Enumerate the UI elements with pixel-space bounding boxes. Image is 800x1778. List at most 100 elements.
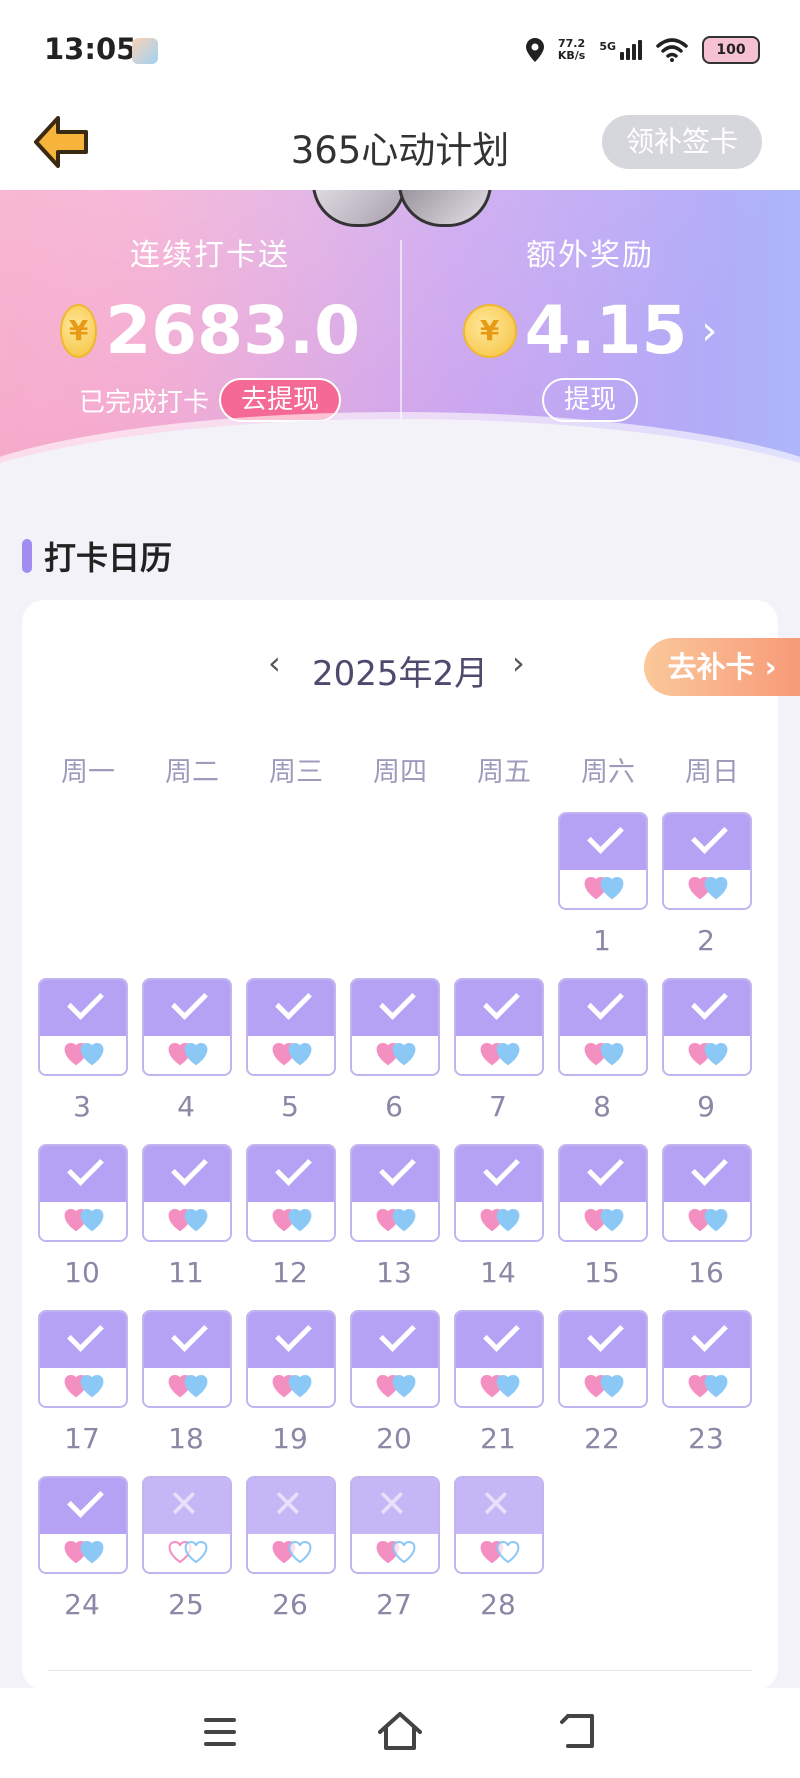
hearts-icon bbox=[480, 1208, 520, 1232]
weekday-label: 周五 bbox=[477, 757, 531, 788]
weekday-label: 周四 bbox=[373, 757, 427, 788]
calendar-day[interactable]: ✕ 28 bbox=[454, 1476, 544, 1642]
day-number: 3 bbox=[73, 1090, 91, 1123]
day-number: 25 bbox=[168, 1588, 204, 1621]
wifi-icon bbox=[656, 38, 688, 62]
calendar-day[interactable]: 21 bbox=[454, 1310, 544, 1476]
signal-icon: 5G bbox=[599, 40, 642, 60]
checkmark-icon bbox=[691, 1315, 728, 1352]
cross-icon: ✕ bbox=[168, 1482, 200, 1526]
weekday-label: 周一 bbox=[61, 757, 115, 788]
withdraw-button[interactable]: 提现 bbox=[541, 378, 638, 422]
day-tile bbox=[558, 978, 648, 1076]
hearts-icon bbox=[168, 1374, 208, 1398]
extra-reward[interactable]: 额外奖励 ¥ 4.15 › 提现 bbox=[440, 230, 740, 422]
calendar-day[interactable]: 4 bbox=[142, 978, 232, 1144]
checkmark-icon bbox=[691, 1149, 728, 1186]
calendar-day[interactable]: 12 bbox=[246, 1144, 336, 1310]
day-tile-top bbox=[144, 980, 230, 1036]
calendar-day[interactable]: 17 bbox=[38, 1310, 128, 1476]
day-tile-top bbox=[144, 1146, 230, 1202]
day-tile-top bbox=[352, 980, 438, 1036]
next-month-button[interactable]: › bbox=[512, 644, 525, 682]
hearts-icon bbox=[376, 1208, 416, 1232]
calendar-day[interactable]: 24 bbox=[38, 1476, 128, 1642]
calendar-day[interactable]: 19 bbox=[246, 1310, 336, 1476]
hearts-icon bbox=[272, 1540, 312, 1564]
day-tile bbox=[454, 1144, 544, 1242]
hearts-icon bbox=[376, 1374, 416, 1398]
checkmark-icon bbox=[691, 983, 728, 1020]
calendar-day[interactable]: 2 bbox=[662, 812, 752, 978]
day-tile-top bbox=[560, 980, 646, 1036]
weekday-label: 周六 bbox=[581, 757, 635, 788]
cross-icon: ✕ bbox=[272, 1482, 304, 1526]
day-tile bbox=[246, 978, 336, 1076]
day-tile-top bbox=[352, 1312, 438, 1368]
checkmark-icon bbox=[587, 1149, 624, 1186]
weekday-label: 周日 bbox=[685, 757, 739, 788]
calendar-day[interactable]: 10 bbox=[38, 1144, 128, 1310]
get-makeup-card-button[interactable]: 领补签卡 bbox=[602, 115, 762, 169]
hearts-icon bbox=[584, 1374, 624, 1398]
menu-icon[interactable] bbox=[190, 1706, 250, 1758]
hearts-icon bbox=[64, 1374, 104, 1398]
calendar-day[interactable]: ✕ 26 bbox=[246, 1476, 336, 1642]
hearts-icon bbox=[168, 1208, 208, 1232]
notification-avatar-icon bbox=[132, 38, 158, 64]
day-tile-top bbox=[40, 980, 126, 1036]
day-tile-top bbox=[40, 1478, 126, 1534]
calendar-day[interactable]: 15 bbox=[558, 1144, 648, 1310]
calendar-day[interactable]: 3 bbox=[38, 978, 128, 1144]
day-tile bbox=[662, 1310, 752, 1408]
day-tile bbox=[454, 978, 544, 1076]
calendar-day[interactable]: 14 bbox=[454, 1144, 544, 1310]
day-tile-top bbox=[664, 1312, 750, 1368]
checkmark-icon bbox=[587, 983, 624, 1020]
month-label: 2025年2月 bbox=[312, 654, 489, 694]
calendar-day[interactable]: ✕ 27 bbox=[350, 1476, 440, 1642]
coin-icon: ¥ bbox=[60, 304, 98, 358]
hearts-icon bbox=[688, 1208, 728, 1232]
calendar-day[interactable]: 6 bbox=[350, 978, 440, 1144]
prev-month-button[interactable]: ‹ bbox=[268, 644, 281, 682]
day-number: 8 bbox=[593, 1090, 611, 1123]
calendar-day[interactable]: ✕ 25 bbox=[142, 1476, 232, 1642]
calendar-day[interactable]: 8 bbox=[558, 978, 648, 1144]
day-tile-top bbox=[248, 980, 334, 1036]
calendar-day[interactable]: 1 bbox=[558, 812, 648, 978]
calendar-day[interactable]: 22 bbox=[558, 1310, 648, 1476]
checkmark-icon bbox=[379, 1315, 416, 1352]
hearts-icon bbox=[64, 1042, 104, 1066]
checkmark-icon bbox=[171, 983, 208, 1020]
day-tile-top bbox=[456, 1146, 542, 1202]
checkmark-icon bbox=[67, 1481, 104, 1518]
calendar-day[interactable]: 23 bbox=[662, 1310, 752, 1476]
calendar-day[interactable]: 13 bbox=[350, 1144, 440, 1310]
calendar-day[interactable]: 20 bbox=[350, 1310, 440, 1476]
day-number: 19 bbox=[272, 1422, 308, 1455]
day-number: 1 bbox=[593, 924, 611, 957]
calendar-day[interactable]: 7 bbox=[454, 978, 544, 1144]
makeup-checkin-button[interactable]: 去补卡 › bbox=[644, 638, 800, 696]
day-number: 22 bbox=[584, 1422, 620, 1455]
day-number: 12 bbox=[272, 1256, 308, 1289]
hearts-icon bbox=[64, 1208, 104, 1232]
extra-amount: 4.15 bbox=[524, 292, 688, 369]
checkmark-icon bbox=[67, 983, 104, 1020]
calendar-day[interactable]: 16 bbox=[662, 1144, 752, 1310]
hearts-icon bbox=[480, 1540, 520, 1564]
section-title: 打卡日历 bbox=[44, 539, 173, 577]
back-icon[interactable] bbox=[550, 1706, 610, 1758]
day-tile-top: ✕ bbox=[456, 1478, 542, 1534]
calendar-day[interactable]: 11 bbox=[142, 1144, 232, 1310]
weekday-label: 周二 bbox=[165, 757, 219, 788]
day-tile-top: ✕ bbox=[352, 1478, 438, 1534]
day-tile bbox=[350, 1310, 440, 1408]
calendar-day[interactable]: 9 bbox=[662, 978, 752, 1144]
location-icon bbox=[525, 38, 544, 62]
calendar-day[interactable]: 18 bbox=[142, 1310, 232, 1476]
calendar-day[interactable]: 5 bbox=[246, 978, 336, 1144]
home-icon[interactable] bbox=[370, 1706, 430, 1758]
checkin-status: 已完成打卡 bbox=[78, 387, 209, 418]
